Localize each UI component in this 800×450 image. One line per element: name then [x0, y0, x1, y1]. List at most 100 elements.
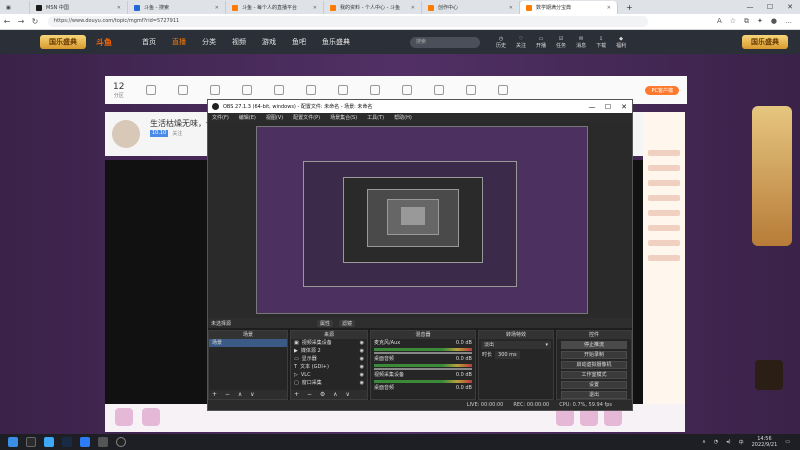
menu-file[interactable]: 文件(F): [212, 114, 229, 121]
category-icon[interactable]: [274, 85, 285, 95]
category-icon[interactable]: [370, 85, 381, 95]
source-item[interactable]: ▷ VLC ◉: [291, 371, 367, 379]
messages-button[interactable]: ✉ 消息: [576, 36, 586, 49]
category-icon[interactable]: [306, 85, 317, 95]
promo-badge[interactable]: [755, 360, 783, 390]
menu-scene-collection[interactable]: 场景集合(S): [330, 114, 357, 121]
windows-start-icon[interactable]: [8, 437, 18, 447]
chevron-up-icon[interactable]: ∧: [702, 439, 706, 445]
streamer-avatar[interactable]: [112, 120, 140, 148]
transition-select[interactable]: 淡出 ▾: [481, 341, 551, 349]
menu-edit[interactable]: 编辑(E): [239, 114, 256, 121]
nav-home[interactable]: 首页: [142, 37, 156, 47]
category-icon[interactable]: [242, 85, 253, 95]
steam-icon[interactable]: [62, 437, 72, 447]
start-stream-button[interactable]: ▭ 开播: [536, 36, 546, 49]
browser-tab[interactable]: MSN 中国 ✕: [30, 1, 128, 14]
more-icon[interactable]: …: [785, 17, 792, 26]
exit-button[interactable]: 退出: [561, 391, 627, 399]
tab-actions[interactable]: ▣: [0, 1, 30, 14]
category-icon[interactable]: [434, 85, 445, 95]
category-icon[interactable]: [178, 85, 189, 95]
browser-tab[interactable]: 斗鱼 - 搜索 ✕: [128, 1, 226, 14]
welfare-button[interactable]: ◆ 福利: [616, 36, 626, 49]
source-item[interactable]: ▭ 显示器 ◉: [291, 355, 367, 363]
duration-input[interactable]: 300 ms: [495, 351, 520, 359]
douyu-logo[interactable]: 斗鱼: [96, 37, 112, 48]
obs-taskbar-icon[interactable]: [116, 437, 126, 447]
history-button[interactable]: ◷ 历史: [496, 36, 506, 49]
close-icon[interactable]: ✕: [313, 5, 317, 11]
filters-button[interactable]: 滤镜: [339, 319, 356, 327]
settings-button[interactable]: 设置: [561, 381, 627, 389]
scene-toolbar[interactable]: + − ∧ ∨: [209, 390, 287, 399]
category-icon[interactable]: [402, 85, 413, 95]
nav-game[interactable]: 游戏: [262, 37, 276, 47]
gift-icon[interactable]: [142, 408, 160, 426]
festival-logo[interactable]: 国乐盛典: [40, 35, 86, 49]
stop-streaming-button[interactable]: 停止推流: [561, 341, 627, 349]
clock[interactable]: 14:56 2022/9/21: [752, 436, 778, 448]
collections-icon[interactable]: ⧉: [744, 17, 749, 26]
extensions-icon[interactable]: ✦: [757, 17, 763, 26]
category-icon[interactable]: [210, 85, 221, 95]
forward-icon[interactable]: →: [14, 17, 28, 26]
festival-logo-right[interactable]: 国乐盛典: [742, 35, 788, 49]
visibility-icon[interactable]: ◉: [360, 371, 364, 379]
close-icon[interactable]: ✕: [215, 5, 219, 11]
source-toolbar-bottom[interactable]: + − ⚙ ∧ ∨: [291, 390, 367, 399]
obs-close-button[interactable]: ✕: [616, 103, 632, 111]
file-explorer-icon[interactable]: [98, 437, 108, 447]
menu-view[interactable]: 视图(V): [266, 114, 283, 121]
maximize-button[interactable]: ☐: [760, 0, 780, 14]
category-icon[interactable]: [466, 85, 477, 95]
visibility-icon[interactable]: ◉: [360, 379, 364, 387]
nav-festival[interactable]: 鱼乐盛典: [322, 37, 350, 47]
browser-tab[interactable]: 创作中心 ✕: [422, 1, 520, 14]
back-icon[interactable]: ←: [0, 17, 14, 26]
nav-category[interactable]: 分类: [202, 37, 216, 47]
start-recording-button[interactable]: 开始录制: [561, 351, 627, 359]
input-language[interactable]: 中: [739, 439, 744, 446]
follow-link[interactable]: 关注: [172, 130, 182, 137]
volume-slider[interactable]: [374, 368, 472, 370]
menu-tools[interactable]: 工具(T): [367, 114, 384, 121]
visibility-icon[interactable]: ◉: [360, 363, 364, 371]
edge-icon[interactable]: [80, 437, 90, 447]
gift-icon[interactable]: [115, 408, 133, 426]
network-icon[interactable]: ◔: [714, 439, 718, 445]
scene-item[interactable]: 场景: [209, 339, 287, 347]
source-item[interactable]: T 文本 (GDI+) ◉: [291, 363, 367, 371]
profile-icon[interactable]: ●: [771, 17, 777, 26]
refresh-icon[interactable]: ↻: [28, 17, 42, 26]
browser-tab-active[interactable]: 数学期满分宝典 ✕: [520, 1, 618, 14]
menu-profile[interactable]: 配置文件(P): [293, 114, 320, 121]
visibility-icon[interactable]: ◉: [360, 339, 364, 347]
source-item[interactable]: ▶ 媒体源 2 ◉: [291, 347, 367, 355]
close-button[interactable]: ✕: [780, 0, 800, 14]
search-icon[interactable]: [26, 437, 36, 447]
promo-banner[interactable]: [752, 106, 792, 246]
favorite-icon[interactable]: ☆: [730, 17, 736, 26]
category-icon[interactable]: [146, 85, 157, 95]
start-virtual-camera-button[interactable]: 启动虚拟摄像机: [561, 361, 627, 369]
menu-help[interactable]: 帮助(H): [394, 114, 412, 121]
tasks-button[interactable]: ☑ 任务: [556, 36, 566, 49]
studio-mode-button[interactable]: 工作室模式: [561, 371, 627, 379]
close-icon[interactable]: ✕: [411, 5, 415, 11]
category-icon[interactable]: [338, 85, 349, 95]
nav-live[interactable]: 直播: [172, 37, 186, 47]
url-input[interactable]: https://www.douyu.com/topic/mgmf?rid=572…: [48, 16, 648, 27]
new-tab-button[interactable]: +: [620, 1, 634, 14]
visibility-icon[interactable]: ◉: [360, 355, 364, 363]
visibility-icon[interactable]: ◉: [360, 347, 364, 355]
nav-yuba[interactable]: 鱼吧: [292, 37, 306, 47]
nav-video[interactable]: 视频: [232, 37, 246, 47]
obs-maximize-button[interactable]: ☐: [600, 103, 616, 111]
browser-tab[interactable]: 斗鱼 - 每个人的直播平台 ✕: [226, 1, 324, 14]
properties-button[interactable]: 属性: [317, 319, 334, 327]
close-icon[interactable]: ✕: [607, 5, 611, 11]
volume-icon[interactable]: ◂): [726, 439, 730, 445]
close-icon[interactable]: ✕: [117, 5, 121, 11]
source-item[interactable]: ▣ 视频采集设备 ◉: [291, 339, 367, 347]
